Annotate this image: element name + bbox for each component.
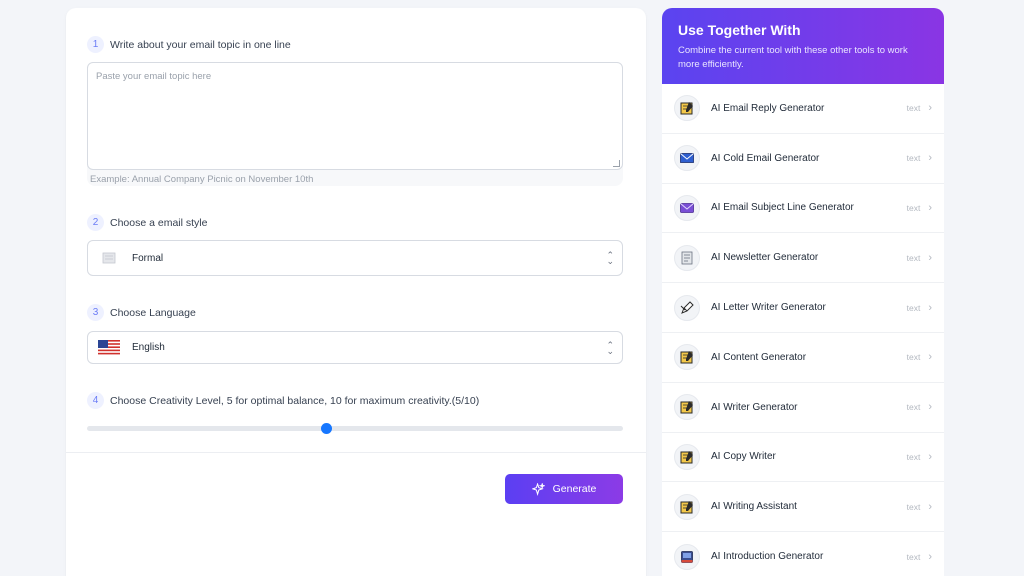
tool-item-tag: text (906, 451, 921, 462)
sparkle-icon (531, 482, 545, 496)
step-1-number: 1 (87, 36, 104, 53)
tool-item-tag: text (906, 302, 921, 313)
envelope-icon (674, 145, 700, 172)
creativity-slider-thumb[interactable] (320, 423, 332, 434)
newspaper-icon (674, 244, 700, 271)
tool-item-tag: text (906, 202, 921, 213)
tool-item[interactable]: AI Newsletter Generator text › (662, 233, 944, 284)
tool-item-tag: text (906, 352, 921, 363)
language-value: English (132, 342, 165, 353)
tool-item-name: AI Letter Writer Generator (711, 302, 826, 314)
step-2-text: Choose a email style (110, 216, 208, 229)
generator-form-card: 1 Write about your email topic in one li… (66, 8, 646, 576)
notepad-icon (674, 394, 700, 421)
tool-item[interactable]: AI Letter Writer Generator text › (662, 283, 944, 333)
tool-item-name: AI Cold Email Generator (711, 152, 820, 164)
purple-envelope-icon (674, 194, 700, 221)
step-3-label: 3 Choose Language (87, 304, 196, 321)
chevron-right-icon: › (928, 201, 932, 214)
tool-item-tag: text (906, 103, 921, 114)
step-2-label: 2 Choose a email style (87, 214, 207, 231)
email-style-select[interactable]: Formal ⌃ ⌄ (87, 240, 623, 276)
chevron-right-icon: › (928, 550, 932, 563)
use-together-panel: Use Together With Combine the current to… (662, 8, 944, 576)
tool-item[interactable]: AI Writing Assistant text › (662, 482, 944, 533)
document-icon (98, 251, 120, 265)
tool-item-name: AI Newsletter Generator (711, 252, 819, 264)
step-4-text: Choose Creativity Level, 5 for optimal b… (110, 394, 480, 407)
tool-item-name: AI Copy Writer (711, 451, 776, 463)
chevron-right-icon: › (928, 500, 932, 513)
tool-item[interactable]: AI Email Subject Line Generator text › (662, 184, 944, 234)
tool-list: AI Email Reply Generator text › AI Cold Ema… (662, 84, 944, 576)
notepad-icon (674, 344, 700, 371)
chevron-right-icon: › (928, 401, 932, 414)
language-select[interactable]: English ⌃ ⌄ (87, 331, 623, 364)
chevron-updown-icon: ⌃ ⌄ (606, 250, 614, 266)
step-4-label: 4 Choose Creativity Level, 5 for optimal… (87, 392, 479, 409)
step-1-text: Write about your email topic in one line (110, 38, 291, 51)
chevron-right-icon: › (928, 102, 932, 115)
resize-grip-icon[interactable] (613, 160, 620, 167)
topic-textarea[interactable]: Paste your email topic here (87, 62, 623, 170)
tool-item-tag: text (906, 153, 921, 164)
step-1-label: 1 Write about your email topic in one li… (87, 36, 291, 53)
pen-icon (674, 294, 700, 321)
step-2-number: 2 (87, 214, 104, 231)
generate-label: Generate (552, 483, 597, 495)
tool-item[interactable]: AI Writer Generator text › (662, 383, 944, 433)
tool-item-tag: text (906, 252, 921, 263)
book-icon (674, 543, 700, 570)
chevron-right-icon: › (928, 450, 932, 463)
tool-item[interactable]: AI Cold Email Generator text › (662, 134, 944, 184)
notepad-icon (674, 443, 700, 470)
tool-item-name: AI Email Subject Line Generator (711, 202, 854, 214)
chevron-right-icon: › (928, 152, 932, 165)
notepad-icon (674, 493, 700, 520)
generate-button[interactable]: Generate (505, 474, 623, 504)
tool-item-tag: text (906, 402, 921, 413)
tool-item[interactable]: AI Copy Writer text › (662, 433, 944, 483)
email-style-value: Formal (132, 252, 164, 264)
tool-item-name: AI Writing Assistant (711, 501, 797, 513)
use-together-subtitle: Combine the current tool with these othe… (678, 45, 908, 70)
step-3-number: 3 (87, 304, 104, 321)
notepad-icon (674, 95, 700, 122)
use-together-header: Use Together With Combine the current to… (662, 8, 944, 84)
topic-example: Example: Annual Company Picnic on Novemb… (90, 174, 314, 185)
tool-item[interactable]: AI Introduction Generator text › (662, 532, 944, 576)
chevron-right-icon: › (928, 351, 932, 364)
step-3-text: Choose Language (110, 306, 196, 319)
form-divider (66, 452, 646, 453)
tool-item-tag: text (906, 501, 921, 512)
tool-item-name: AI Email Reply Generator (711, 102, 825, 114)
topic-placeholder: Paste your email topic here (96, 71, 212, 82)
use-together-title: Use Together With (678, 22, 801, 38)
tool-item-name: AI Writer Generator (711, 401, 798, 413)
chevron-updown-icon: ⌃ ⌄ (606, 339, 614, 356)
chevron-right-icon: › (928, 301, 932, 314)
tool-item[interactable]: AI Email Reply Generator text › (662, 84, 944, 134)
tool-item-tag: text (906, 551, 921, 562)
us-flag-icon (98, 340, 120, 355)
tool-item-name: AI Introduction Generator (711, 551, 824, 563)
creativity-slider[interactable] (87, 423, 623, 434)
chevron-right-icon: › (928, 251, 932, 264)
tool-item[interactable]: AI Content Generator text › (662, 333, 944, 383)
tool-item-name: AI Content Generator (711, 351, 807, 363)
topic-field-wrapper: Paste your email topic here Example: Ann… (87, 62, 623, 186)
step-4-number: 4 (87, 392, 104, 409)
